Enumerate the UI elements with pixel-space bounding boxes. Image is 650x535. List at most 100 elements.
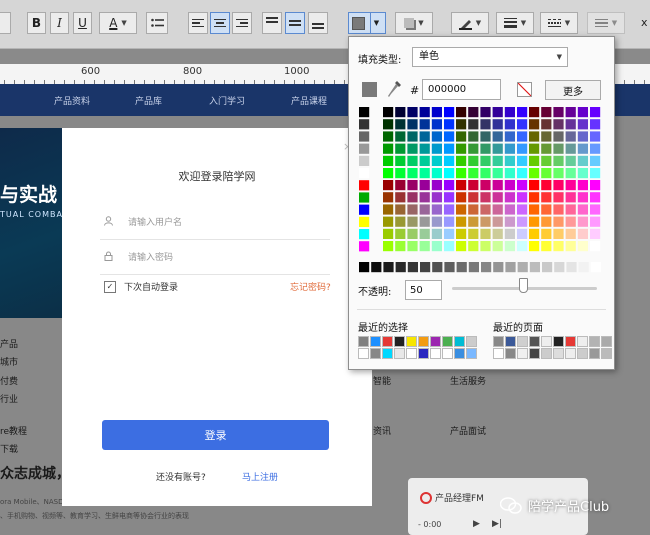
palette-swatch[interactable] [431,168,442,179]
align-right-button[interactable] [232,12,252,34]
palette-swatch[interactable] [468,180,479,191]
line-weight-button[interactable]: ▼ [496,12,534,34]
palette-swatch[interactable] [565,143,576,154]
palette-swatch[interactable] [431,241,442,252]
recent-selection-swatch[interactable] [370,336,381,347]
valign-middle-button[interactable] [285,12,305,34]
palette-swatch[interactable] [407,228,418,239]
opacity-slider-handle[interactable] [519,278,528,293]
palette-swatch[interactable] [431,143,442,154]
palette-swatch[interactable] [492,228,503,239]
palette-swatch[interactable] [407,168,418,179]
palette-swatch[interactable] [359,229,370,240]
gray-swatch[interactable] [468,262,479,273]
nav-item-courses[interactable]: 产品课程 [291,94,327,107]
palette-swatch[interactable] [419,107,430,118]
palette-swatch[interactable] [541,155,552,166]
palette-swatch[interactable] [444,168,455,179]
palette-swatch[interactable] [517,192,528,203]
palette-swatch[interactable] [383,131,394,142]
palette-swatch[interactable] [395,204,406,215]
palette-swatch[interactable] [407,216,418,227]
palette-swatch[interactable] [359,241,370,252]
palette-swatch[interactable] [359,192,370,203]
recent-selection-swatch[interactable] [442,348,453,359]
recent-selection-swatch[interactable] [454,336,465,347]
palette-swatch[interactable] [395,228,406,239]
recent-selection-swatch[interactable] [358,348,369,359]
palette-swatch[interactable] [565,228,576,239]
palette-swatch[interactable] [565,180,576,191]
palette-swatch[interactable] [456,107,467,118]
palette-swatch[interactable] [419,155,430,166]
palette-swatch[interactable] [419,180,430,191]
palette-swatch[interactable] [468,241,479,252]
palette-swatch[interactable] [517,155,528,166]
palette-swatch[interactable] [577,180,588,191]
palette-swatch[interactable] [359,119,370,130]
palette-swatch[interactable] [504,180,515,191]
palette-swatch[interactable] [468,192,479,203]
palette-swatch[interactable] [419,168,430,179]
palette-swatch[interactable] [480,143,491,154]
palette-swatch[interactable] [407,131,418,142]
palette-swatch[interactable] [504,228,515,239]
recent-selection-swatch[interactable] [358,336,369,347]
recent-page-swatch[interactable] [505,336,516,347]
recent-page-swatch[interactable] [553,336,564,347]
palette-swatch[interactable] [383,143,394,154]
recent-page-swatch[interactable] [541,336,552,347]
palette-swatch[interactable] [419,204,430,215]
login-button[interactable]: 登录 [102,420,329,450]
recent-page-swatch[interactable] [589,348,600,359]
palette-swatch[interactable] [590,241,601,252]
palette-swatch[interactable] [541,241,552,252]
recent-page-swatch[interactable] [601,336,612,347]
recent-selection-swatch[interactable] [418,336,429,347]
palette-swatch[interactable] [456,168,467,179]
gray-swatch[interactable] [590,262,601,273]
palette-swatch[interactable] [395,180,406,191]
palette-swatch[interactable] [456,131,467,142]
palette-swatch[interactable] [590,216,601,227]
palette-swatch[interactable] [431,216,442,227]
bullet-list-button[interactable] [146,12,168,34]
palette-swatch[interactable] [504,216,515,227]
palette-swatch[interactable] [492,107,503,118]
palette-swatch[interactable] [590,228,601,239]
recent-selection-swatch[interactable] [406,348,417,359]
palette-swatch[interactable] [577,204,588,215]
palette-swatch[interactable] [444,241,455,252]
palette-swatch[interactable] [541,119,552,130]
palette-swatch[interactable] [480,241,491,252]
palette-swatch[interactable] [492,155,503,166]
palette-swatch[interactable] [419,216,430,227]
palette-swatch[interactable] [529,107,540,118]
gray-swatch[interactable] [529,262,540,273]
palette-swatch[interactable] [480,216,491,227]
palette-swatch[interactable] [395,107,406,118]
palette-swatch[interactable] [395,168,406,179]
recent-page-swatch[interactable] [529,336,540,347]
palette-swatch[interactable] [444,155,455,166]
palette-swatch[interactable] [577,155,588,166]
palette-swatch[interactable] [419,131,430,142]
line-dash-button[interactable]: ▼ [540,12,578,34]
palette-swatch[interactable] [590,192,601,203]
palette-swatch[interactable] [480,204,491,215]
nav-item-product-docs[interactable]: 产品资料 [54,94,90,107]
lower-link-tutorial[interactable]: re教程 [0,424,27,437]
palette-swatch[interactable] [468,107,479,118]
palette-swatch[interactable] [359,204,370,215]
palette-swatch[interactable] [480,228,491,239]
palette-swatch[interactable] [359,180,370,191]
palette-swatch[interactable] [553,155,564,166]
align-center-button[interactable] [210,12,230,34]
palette-swatch[interactable] [492,131,503,142]
palette-swatch[interactable] [541,180,552,191]
palette-swatch[interactable] [504,192,515,203]
palette-swatch[interactable] [468,131,479,142]
gray-swatch[interactable] [359,262,370,273]
palette-swatch[interactable] [492,216,503,227]
recent-selection-swatch[interactable] [430,348,441,359]
